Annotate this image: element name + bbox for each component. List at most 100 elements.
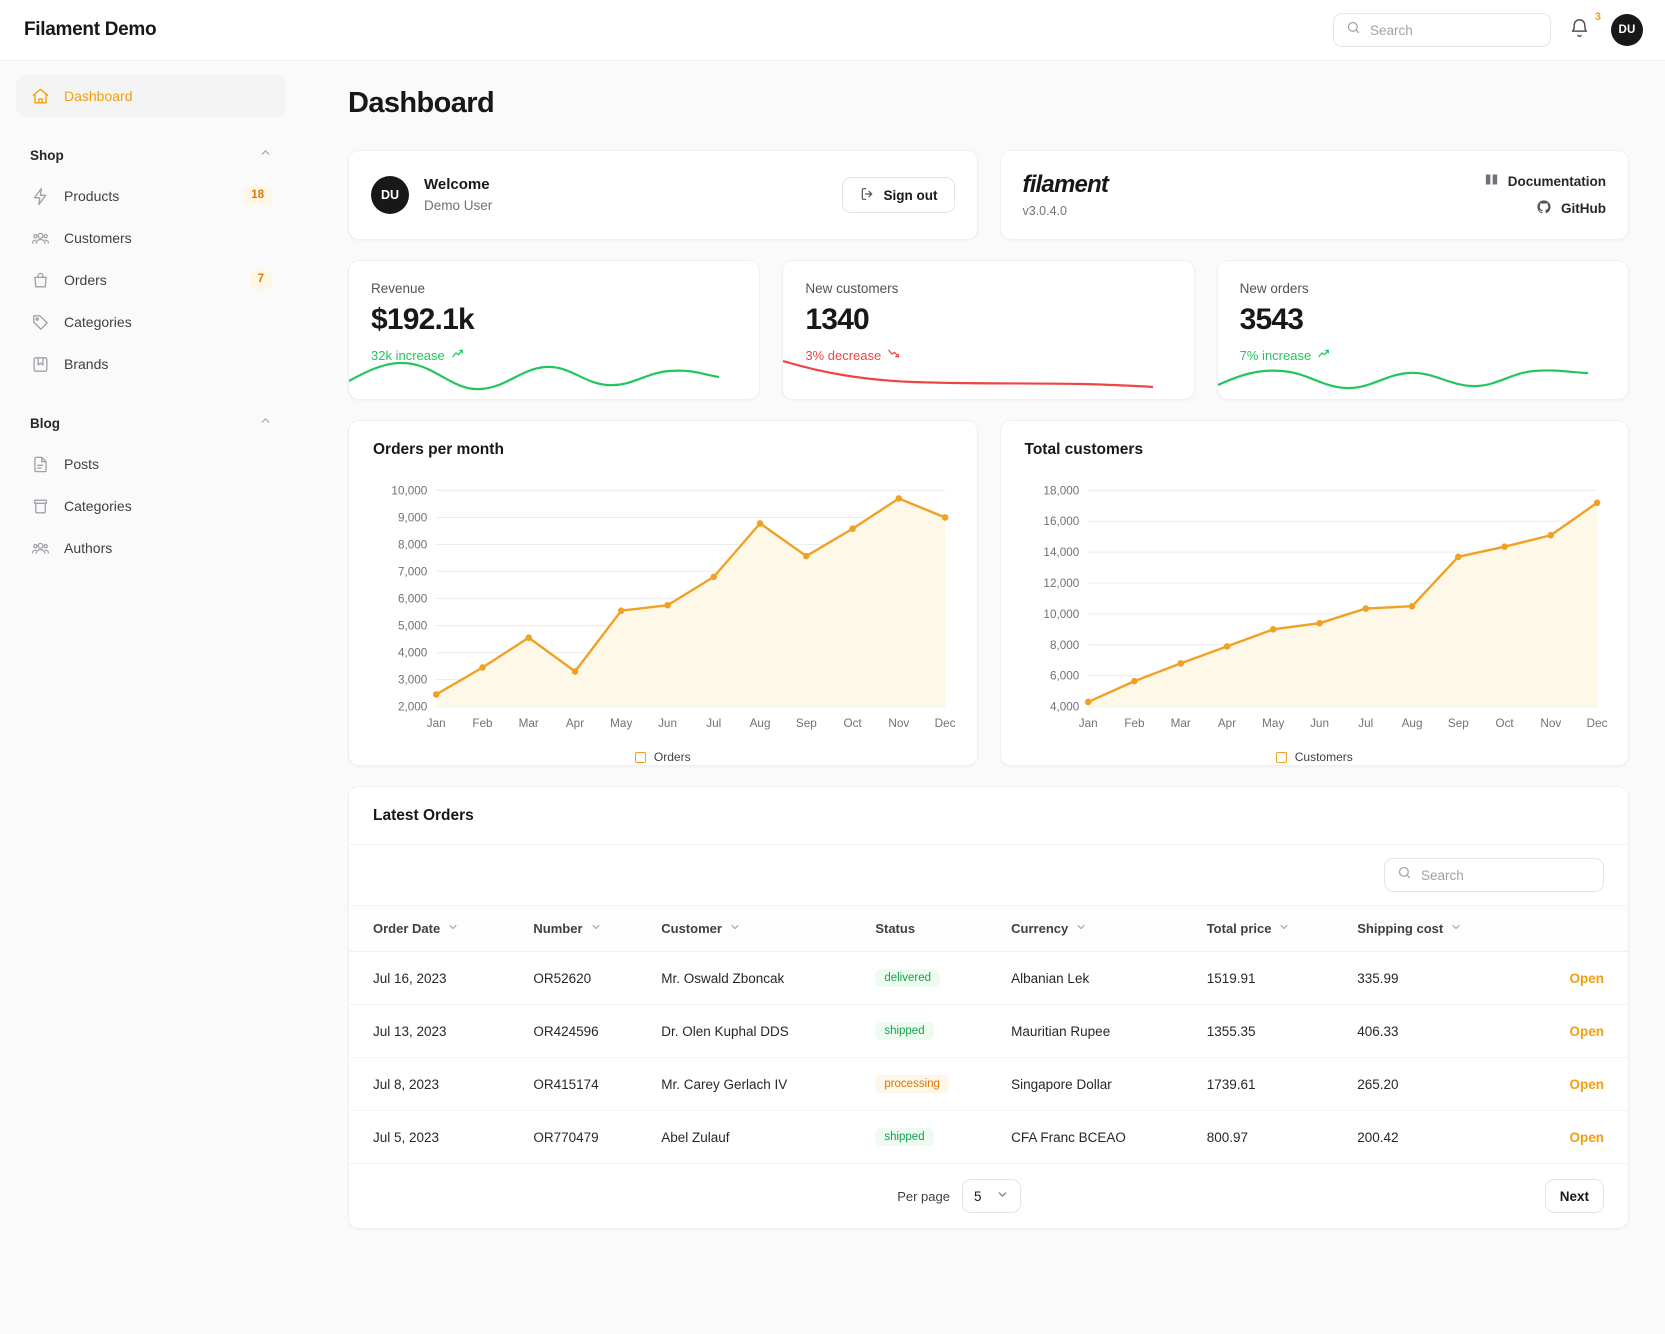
cell-status: delivered bbox=[865, 951, 1002, 1005]
table-header-label: Customer bbox=[661, 921, 722, 936]
cell-customer: Abel Zulauf bbox=[661, 1129, 730, 1145]
sidebar-group-shop[interactable]: Shop bbox=[16, 135, 286, 175]
documentation-link[interactable]: Documentation bbox=[1484, 172, 1606, 190]
sparkline-new-customers bbox=[783, 359, 1154, 389]
y-axis-tick-label: 14,000 bbox=[1043, 545, 1079, 559]
table-header-cell[interactable]: Order Date bbox=[349, 906, 524, 952]
sidebar-group-blog[interactable]: Blog bbox=[16, 403, 286, 443]
sidebar-item-label: Dashboard bbox=[64, 88, 133, 104]
per-page-value: 5 bbox=[973, 1188, 982, 1204]
notification-badge: 3 bbox=[1594, 11, 1601, 23]
chart-data-point bbox=[1593, 499, 1600, 507]
y-axis-tick-label: 5,000 bbox=[398, 618, 428, 632]
latest-orders-card: Latest Orders Order Date Number Customer St… bbox=[348, 786, 1629, 1229]
open-order-link[interactable]: Open bbox=[1569, 1130, 1604, 1145]
global-search[interactable] bbox=[1333, 13, 1551, 47]
table-row[interactable]: Jul 5, 2023 OR770479 Abel Zulauf shipped CFA… bbox=[349, 1111, 1628, 1164]
chart-data-point bbox=[1269, 626, 1276, 633]
cell-actions: Open bbox=[1529, 1111, 1628, 1164]
table-row[interactable]: Jul 16, 2023 OR52620 Mr. Oswald Zboncak del… bbox=[349, 951, 1628, 1005]
documentation-label: Documentation bbox=[1507, 173, 1606, 189]
cell-total-price: 1519.91 bbox=[1196, 951, 1348, 1005]
cell-status: processing bbox=[865, 1057, 1002, 1111]
cell-status: shipped bbox=[865, 1111, 1001, 1164]
y-axis-tick-label: 8,000 bbox=[398, 537, 428, 551]
y-axis-tick-label: 4,000 bbox=[398, 645, 428, 659]
per-page-label: Per page bbox=[897, 1188, 950, 1204]
customers-chart-legend: Customers bbox=[1001, 750, 1629, 778]
cell-number: OR424596 bbox=[523, 1004, 652, 1058]
table-header: Order Date Number Customer Status Currency To… bbox=[349, 906, 1628, 952]
x-axis-tick-label: Dec bbox=[935, 716, 956, 730]
user-avatar[interactable]: DU bbox=[1611, 14, 1643, 46]
sidebar-item-authors[interactable]: Authors bbox=[16, 527, 286, 569]
sidebar-item-label: Posts bbox=[64, 456, 100, 472]
sidebar-item-customers[interactable]: Customers bbox=[16, 217, 286, 259]
table-header-cell[interactable]: Shipping cost bbox=[1347, 906, 1529, 952]
sign-out-button[interactable]: Sign out bbox=[841, 177, 955, 213]
next-page-button[interactable]: Next bbox=[1544, 1179, 1604, 1213]
welcome-avatar: DU bbox=[371, 176, 409, 214]
sidebar-item-brands[interactable]: Brands bbox=[16, 343, 286, 385]
welcome-user-name: Demo User bbox=[424, 198, 493, 214]
x-axis-tick-label: Mar bbox=[519, 716, 539, 730]
table-header-cell[interactable]: Currency bbox=[1001, 906, 1197, 952]
cell-number: OR415174 bbox=[523, 1057, 652, 1111]
legend-label: Orders bbox=[653, 750, 691, 765]
table-header-cell[interactable]: Total price bbox=[1196, 906, 1348, 952]
sidebar-item-dashboard[interactable]: Dashboard bbox=[16, 75, 286, 117]
sidebar-item-products[interactable]: Products 18 bbox=[16, 175, 286, 217]
stat-value: 1340 bbox=[805, 303, 869, 336]
per-page-select[interactable]: 5 bbox=[961, 1179, 1021, 1213]
stat-label: New orders bbox=[1239, 281, 1309, 296]
sidebar-item-posts[interactable]: Posts bbox=[16, 443, 286, 485]
chevron-down-icon bbox=[1450, 921, 1462, 936]
cell-customer: Dr. Olen Kuphal DDS bbox=[651, 1004, 866, 1058]
global-search-input[interactable] bbox=[1370, 22, 1538, 38]
orders-chart-legend: Orders bbox=[349, 750, 977, 778]
welcome-title: Welcome bbox=[424, 176, 490, 194]
chart-area-fill bbox=[1087, 502, 1597, 707]
table-header-label: Shipping cost bbox=[1357, 921, 1444, 936]
y-axis-tick-label: 9,000 bbox=[398, 510, 428, 524]
chart-data-point bbox=[525, 634, 532, 641]
x-axis-tick-label: Oct bbox=[1495, 716, 1514, 730]
y-axis-tick-label: 10,000 bbox=[1043, 607, 1079, 621]
table-row[interactable]: Jul 8, 2023 OR415174 Mr. Carey Gerlach IV p… bbox=[349, 1057, 1628, 1111]
chart-data-point bbox=[1500, 543, 1508, 551]
app-brand: Filament Demo bbox=[24, 19, 157, 40]
table-row[interactable]: Jul 13, 2023 OR424596 Dr. Olen Kuphal DDS s… bbox=[349, 1004, 1628, 1058]
sidebar-item-shop-categories[interactable]: Categories bbox=[16, 301, 286, 343]
cell-currency: Mauritian Rupee bbox=[1001, 1004, 1197, 1058]
table-search[interactable] bbox=[1384, 858, 1604, 892]
cell-shipping-cost: 335.99 bbox=[1347, 951, 1529, 1005]
table-header-label: Total price bbox=[1206, 921, 1272, 936]
sidebar-item-orders[interactable]: Orders 7 bbox=[16, 259, 286, 301]
y-axis-tick-label: 6,000 bbox=[398, 591, 428, 605]
sidebar-item-blog-categories[interactable]: Categories bbox=[16, 485, 286, 527]
cell-currency: CFA Franc BCEAO bbox=[1011, 1129, 1126, 1145]
cell-order-date: Jul 16, 2023 bbox=[349, 951, 524, 1005]
filament-info-card: filament v3.0.4.0 Documentation GitHub bbox=[999, 150, 1629, 240]
chart-data-point bbox=[1223, 643, 1230, 650]
table-header-cell[interactable]: Customer bbox=[651, 906, 866, 952]
status-badge: delivered bbox=[875, 969, 940, 987]
open-order-link[interactable]: Open bbox=[1569, 1024, 1604, 1039]
sidebar-item-label: Categories bbox=[64, 314, 132, 330]
github-link[interactable]: GitHub bbox=[1536, 199, 1606, 218]
x-axis-tick-label: May bbox=[610, 716, 632, 730]
open-order-link[interactable]: Open bbox=[1569, 971, 1604, 986]
users-icon bbox=[30, 228, 50, 248]
x-axis-tick-label: Feb bbox=[472, 716, 493, 730]
notifications-button[interactable]: 3 bbox=[1569, 12, 1601, 42]
welcome-card: DU Welcome Demo User Sign out bbox=[348, 150, 978, 240]
open-order-link[interactable]: Open bbox=[1569, 1077, 1604, 1092]
chart-data-point bbox=[710, 573, 717, 581]
table-header-cell[interactable]: Number bbox=[523, 906, 652, 952]
table-search-input[interactable] bbox=[1421, 867, 1591, 883]
customers-chart-svg: 4,000 6,000 8,000 10,000 12,000 14,000 16,000 1… bbox=[1043, 483, 1607, 730]
table-header-label: Order Date bbox=[373, 921, 441, 936]
sidebar-item-label: Orders bbox=[64, 272, 107, 288]
bookmark-icon bbox=[30, 354, 50, 374]
table-footer: Per page 5 Next bbox=[349, 1163, 1628, 1228]
